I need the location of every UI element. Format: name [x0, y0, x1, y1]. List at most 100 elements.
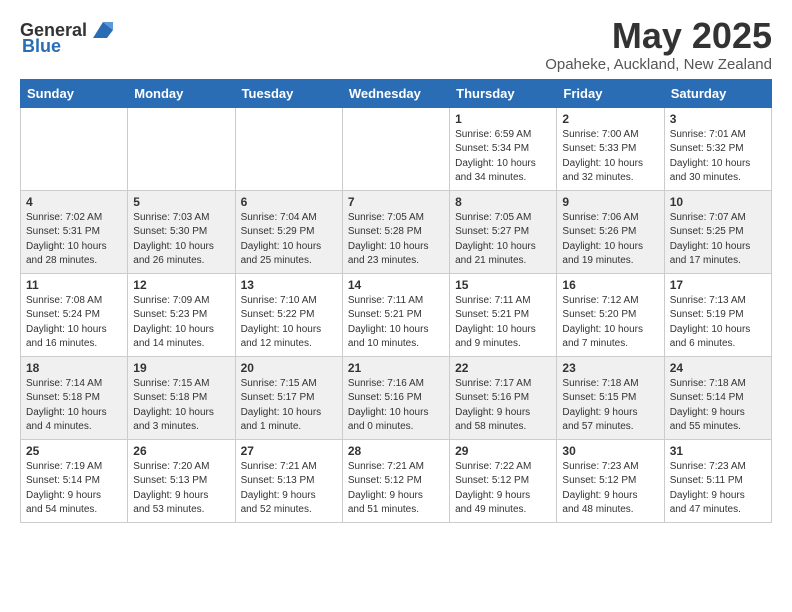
calendar-cell: 19 Sunrise: 7:15 AM Sunset: 5:18 PM Dayli…	[128, 356, 235, 439]
calendar-cell: 20Sunrise: 7:15 AM Sunset: 5:17 PM Dayli…	[235, 356, 342, 439]
day-info: Sunrise: 7:06 AM Sunset: 5:26 PM Dayligh…	[562, 211, 658, 269]
header: General Blue May 2025 Opaheke, Auckland,…	[20, 16, 772, 73]
day-number: 10	[670, 195, 766, 209]
calendar-cell: 1Sunrise: 6:59 AM Sunset: 5:34 PM Daylig…	[450, 107, 557, 190]
calendar-cell: 28 Sunrise: 7:21 AM Sunset: 5:12 PM Dayli…	[342, 439, 449, 522]
day-info: Sunrise: 7:23 AM Sunset: 5:12 PM Dayligh…	[562, 460, 658, 518]
calendar-cell	[342, 107, 449, 190]
day-info: Sunrise: 7:20 AM Sunset: 5:13 PM Dayligh…	[133, 460, 229, 518]
calendar-row-5: 25 Sunrise: 7:19 AM Sunset: 5:14 PM Dayli…	[21, 439, 772, 522]
weekday-header-friday: Friday	[557, 79, 664, 107]
calendar-cell: 10Sunrise: 7:07 AM Sunset: 5:25 PM Dayli…	[664, 190, 771, 273]
calendar-cell: 14Sunrise: 7:11 AM Sunset: 5:21 PM Dayli…	[342, 273, 449, 356]
day-number: 11	[26, 278, 122, 292]
calendar-cell: 9 Sunrise: 7:06 AM Sunset: 5:26 PM Daylig…	[557, 190, 664, 273]
calendar-cell: 11 Sunrise: 7:08 AM Sunset: 5:24 PM Dayli…	[21, 273, 128, 356]
day-number: 27	[241, 444, 337, 458]
weekday-header-wednesday: Wednesday	[342, 79, 449, 107]
day-number: 16	[562, 278, 658, 292]
day-number: 15	[455, 278, 551, 292]
weekday-header-tuesday: Tuesday	[235, 79, 342, 107]
day-number: 9	[562, 195, 658, 209]
calendar-cell: 27 Sunrise: 7:21 AM Sunset: 5:13 PM Dayli…	[235, 439, 342, 522]
weekday-header-row: SundayMondayTuesdayWednesdayThursdayFrid…	[21, 79, 772, 107]
day-info: Sunrise: 7:18 AM Sunset: 5:14 PM Dayligh…	[670, 377, 766, 435]
calendar-cell: 8 Sunrise: 7:05 AM Sunset: 5:27 PM Daylig…	[450, 190, 557, 273]
day-number: 19	[133, 361, 229, 375]
day-info: Sunrise: 7:14 AM Sunset: 5:18 PM Dayligh…	[26, 377, 122, 435]
logo-blue-text: Blue	[22, 36, 61, 57]
calendar-cell	[128, 107, 235, 190]
day-number: 18	[26, 361, 122, 375]
calendar-cell: 7Sunrise: 7:05 AM Sunset: 5:28 PM Daylig…	[342, 190, 449, 273]
day-info: Sunrise: 7:21 AM Sunset: 5:13 PM Dayligh…	[241, 460, 337, 518]
day-number: 5	[133, 195, 229, 209]
day-info: Sunrise: 7:04 AM Sunset: 5:29 PM Dayligh…	[241, 211, 337, 269]
logo: General Blue	[20, 16, 117, 57]
day-info: Sunrise: 7:11 AM Sunset: 5:21 PM Dayligh…	[348, 294, 444, 352]
day-number: 25	[26, 444, 122, 458]
day-info: Sunrise: 7:05 AM Sunset: 5:28 PM Dayligh…	[348, 211, 444, 269]
title-block: May 2025 Opaheke, Auckland, New Zealand	[545, 16, 772, 73]
day-number: 17	[670, 278, 766, 292]
calendar-cell: 30 Sunrise: 7:23 AM Sunset: 5:12 PM Dayli…	[557, 439, 664, 522]
calendar-cell: 24 Sunrise: 7:18 AM Sunset: 5:14 PM Dayli…	[664, 356, 771, 439]
calendar-cell: 4Sunrise: 7:02 AM Sunset: 5:31 PM Daylig…	[21, 190, 128, 273]
calendar-cell: 3 Sunrise: 7:01 AM Sunset: 5:32 PM Daylig…	[664, 107, 771, 190]
calendar-row-4: 18 Sunrise: 7:14 AM Sunset: 5:18 PM Dayli…	[21, 356, 772, 439]
day-number: 8	[455, 195, 551, 209]
day-info: Sunrise: 7:23 AM Sunset: 5:11 PM Dayligh…	[670, 460, 766, 518]
month-year-title: May 2025	[545, 16, 772, 56]
day-info: Sunrise: 7:17 AM Sunset: 5:16 PM Dayligh…	[455, 377, 551, 435]
day-number: 24	[670, 361, 766, 375]
calendar-cell: 18 Sunrise: 7:14 AM Sunset: 5:18 PM Dayli…	[21, 356, 128, 439]
calendar-cell: 21Sunrise: 7:16 AM Sunset: 5:16 PM Dayli…	[342, 356, 449, 439]
day-number: 23	[562, 361, 658, 375]
day-number: 28	[348, 444, 444, 458]
calendar-cell: 31 Sunrise: 7:23 AM Sunset: 5:11 PM Dayli…	[664, 439, 771, 522]
day-number: 31	[670, 444, 766, 458]
day-info: Sunrise: 7:00 AM Sunset: 5:33 PM Dayligh…	[562, 128, 658, 186]
calendar-cell: 29 Sunrise: 7:22 AM Sunset: 5:12 PM Dayli…	[450, 439, 557, 522]
calendar-cell: 22 Sunrise: 7:17 AM Sunset: 5:16 PM Dayli…	[450, 356, 557, 439]
weekday-header-saturday: Saturday	[664, 79, 771, 107]
day-info: Sunrise: 7:13 AM Sunset: 5:19 PM Dayligh…	[670, 294, 766, 352]
day-info: Sunrise: 7:09 AM Sunset: 5:23 PM Dayligh…	[133, 294, 229, 352]
day-info: Sunrise: 7:15 AM Sunset: 5:18 PM Dayligh…	[133, 377, 229, 435]
day-info: Sunrise: 7:11 AM Sunset: 5:21 PM Dayligh…	[455, 294, 551, 352]
calendar-cell: 26 Sunrise: 7:20 AM Sunset: 5:13 PM Dayli…	[128, 439, 235, 522]
calendar-cell: 23Sunrise: 7:18 AM Sunset: 5:15 PM Dayli…	[557, 356, 664, 439]
day-number: 3	[670, 112, 766, 126]
calendar-row-2: 4Sunrise: 7:02 AM Sunset: 5:31 PM Daylig…	[21, 190, 772, 273]
day-info: Sunrise: 7:12 AM Sunset: 5:20 PM Dayligh…	[562, 294, 658, 352]
weekday-header-sunday: Sunday	[21, 79, 128, 107]
day-number: 29	[455, 444, 551, 458]
day-info: Sunrise: 6:59 AM Sunset: 5:34 PM Dayligh…	[455, 128, 551, 186]
calendar-cell: 16 Sunrise: 7:12 AM Sunset: 5:20 PM Dayli…	[557, 273, 664, 356]
day-info: Sunrise: 7:10 AM Sunset: 5:22 PM Dayligh…	[241, 294, 337, 352]
day-info: Sunrise: 7:05 AM Sunset: 5:27 PM Dayligh…	[455, 211, 551, 269]
day-info: Sunrise: 7:19 AM Sunset: 5:14 PM Dayligh…	[26, 460, 122, 518]
day-info: Sunrise: 7:22 AM Sunset: 5:12 PM Dayligh…	[455, 460, 551, 518]
weekday-header-monday: Monday	[128, 79, 235, 107]
day-info: Sunrise: 7:01 AM Sunset: 5:32 PM Dayligh…	[670, 128, 766, 186]
day-number: 30	[562, 444, 658, 458]
day-number: 22	[455, 361, 551, 375]
calendar-cell: 17 Sunrise: 7:13 AM Sunset: 5:19 PM Dayli…	[664, 273, 771, 356]
day-number: 13	[241, 278, 337, 292]
day-number: 12	[133, 278, 229, 292]
day-number: 20	[241, 361, 337, 375]
calendar-cell: 13 Sunrise: 7:10 AM Sunset: 5:22 PM Dayli…	[235, 273, 342, 356]
day-info: Sunrise: 7:21 AM Sunset: 5:12 PM Dayligh…	[348, 460, 444, 518]
day-info: Sunrise: 7:03 AM Sunset: 5:30 PM Dayligh…	[133, 211, 229, 269]
calendar-cell: 6Sunrise: 7:04 AM Sunset: 5:29 PM Daylig…	[235, 190, 342, 273]
calendar-cell	[235, 107, 342, 190]
day-number: 2	[562, 112, 658, 126]
day-number: 26	[133, 444, 229, 458]
weekday-header-thursday: Thursday	[450, 79, 557, 107]
calendar-row-1: 1Sunrise: 6:59 AM Sunset: 5:34 PM Daylig…	[21, 107, 772, 190]
logo-icon	[89, 16, 117, 44]
day-info: Sunrise: 7:08 AM Sunset: 5:24 PM Dayligh…	[26, 294, 122, 352]
day-info: Sunrise: 7:16 AM Sunset: 5:16 PM Dayligh…	[348, 377, 444, 435]
calendar-cell: 25 Sunrise: 7:19 AM Sunset: 5:14 PM Dayli…	[21, 439, 128, 522]
